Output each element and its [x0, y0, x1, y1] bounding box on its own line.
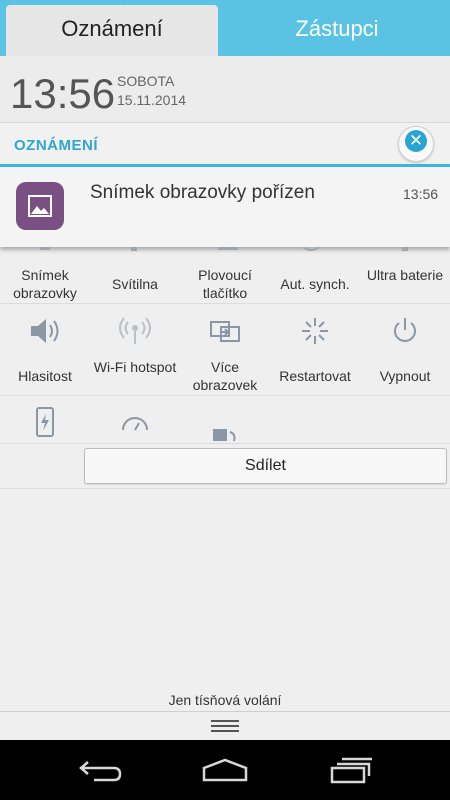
grid-divider: [0, 395, 450, 396]
share-button-label[interactable]: Sdílet: [84, 457, 447, 475]
day-of-week: SOBOTA: [117, 73, 175, 89]
notification-time: 13:56: [403, 186, 439, 202]
tab-notifications-label[interactable]: Oznámení: [6, 16, 218, 42]
bottom-divider: [0, 711, 450, 712]
toggle-screenshot[interactable]: Snímek obrazovky: [0, 266, 90, 302]
wifi-hotspot-icon[interactable]: [90, 316, 180, 351]
charging-icon[interactable]: [0, 406, 90, 443]
grid-divider: [0, 488, 450, 489]
multi-screen-icon[interactable]: [180, 316, 270, 351]
home-icon[interactable]: [200, 758, 250, 787]
restart-icon[interactable]: [270, 316, 360, 351]
grid-divider: [0, 443, 450, 444]
row1-icons-partial: [40, 247, 408, 251]
toggle-multi-screen[interactable]: Více obrazovek: [180, 358, 270, 394]
emergency-calls-text: Jen tísňová volání: [168, 692, 282, 708]
toggle-wifi-hotspot[interactable]: Wi-Fi hotspot: [90, 358, 180, 376]
toggle-auto-sync[interactable]: Aut. synch.: [270, 275, 360, 293]
recent-apps-icon[interactable]: [328, 756, 374, 789]
toggle-ultra-battery[interactable]: Ultra baterie: [360, 266, 450, 284]
toggle-floating-button[interactable]: Plovoucí tlačítko: [180, 266, 270, 302]
clock-time: 13:56: [10, 70, 116, 117]
date: 15.11.2014: [117, 92, 187, 108]
toggle-volume[interactable]: Hlasitost: [0, 367, 90, 385]
notifications-title: OZNÁMENÍ: [14, 137, 98, 154]
notification-text: Snímek obrazovky pořízen: [90, 182, 315, 203]
close-icon[interactable]: ✕: [405, 130, 427, 152]
notification-item[interactable]: [0, 167, 450, 247]
toggle-power-off[interactable]: Vypnout: [360, 367, 450, 385]
toggle-flashlight[interactable]: Svítilna: [90, 275, 180, 293]
power-icon[interactable]: [360, 316, 450, 351]
toggle-restart[interactable]: Restartovat: [270, 367, 360, 385]
rotate-screen-icon[interactable]: [180, 426, 270, 449]
back-icon[interactable]: [78, 756, 124, 789]
image-icon: [16, 182, 64, 230]
volume-icon[interactable]: [0, 316, 90, 351]
tab-shortcuts[interactable]: Zástupci: [230, 16, 444, 42]
drag-handle-icon[interactable]: [210, 717, 240, 735]
gauge-icon[interactable]: [90, 412, 180, 437]
grid-divider: [0, 303, 450, 304]
